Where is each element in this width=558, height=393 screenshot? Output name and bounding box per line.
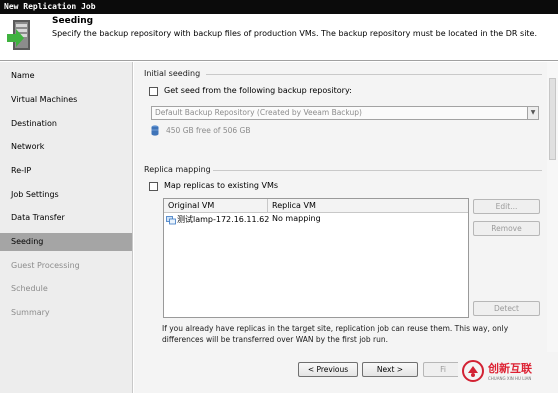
window-title: New Replication Job <box>0 0 558 14</box>
page-description: Specify the backup repository with backu… <box>52 29 538 38</box>
chevron-down-icon: ▼ <box>527 107 538 119</box>
watermark-logo: 创新互联 CHUANG XIN HU LIAN <box>458 352 558 393</box>
step-name[interactable]: Name <box>0 67 132 85</box>
section-divider <box>206 74 542 75</box>
wizard-steps: Name Virtual Machines Destination Networ… <box>0 62 133 393</box>
page-title: Seeding <box>52 16 94 26</box>
step-summary: Summary <box>11 308 50 317</box>
watermark-text: 创新互联 <box>488 362 532 375</box>
backup-repository-value: Default Backup Repository (Created by Ve… <box>155 108 362 117</box>
remove-button[interactable]: Remove <box>473 221 540 236</box>
scrollbar-thumb[interactable] <box>549 78 556 160</box>
watermark-subtext: CHUANG XIN HU LIAN <box>488 376 532 381</box>
finish-button[interactable]: Fi <box>423 362 463 377</box>
get-seed-checkbox[interactable] <box>149 87 158 96</box>
step-seeding[interactable]: Seeding <box>0 233 132 251</box>
map-replicas-checkbox[interactable] <box>149 182 158 191</box>
edit-button[interactable]: Edit... <box>473 199 540 214</box>
table-row[interactable]: 测试lamp-172.16.11.62 No mapping <box>164 213 468 227</box>
column-header-original-vm[interactable]: Original VM <box>164 199 268 213</box>
step-re-ip[interactable]: Re-IP <box>0 162 132 180</box>
step-guest-processing: Guest Processing <box>11 261 80 270</box>
step-job-settings[interactable]: Job Settings <box>0 186 132 204</box>
backup-repository-select: Default Backup Repository (Created by Ve… <box>151 106 539 120</box>
replica-vm-value: No mapping <box>272 214 321 223</box>
page-header: Seeding Specify the backup repository wi… <box>0 14 558 61</box>
replica-mapping-label: Replica mapping <box>144 165 211 174</box>
replica-mapping-info: If you already have replicas in the targ… <box>162 324 509 344</box>
logo-icon <box>462 360 484 382</box>
get-seed-label: Get seed from the following backup repos… <box>164 86 352 95</box>
initial-seeding-label: Initial seeding <box>144 69 201 78</box>
step-virtual-machines[interactable]: Virtual Machines <box>0 91 132 109</box>
step-network[interactable]: Network <box>0 138 132 156</box>
next-button[interactable]: Next > <box>362 362 418 377</box>
step-data-transfer[interactable]: Data Transfer <box>0 209 132 227</box>
vm-mapping-table: Original VM Replica VM 测试lamp-172.16.11.… <box>163 198 469 318</box>
vm-icon <box>166 215 176 224</box>
step-schedule: Schedule <box>11 284 48 293</box>
database-icon <box>151 125 159 136</box>
repository-free-space: 450 GB free of 506 GB <box>166 126 251 135</box>
step-destination[interactable]: Destination <box>0 115 132 133</box>
previous-button[interactable]: < Previous <box>298 362 358 377</box>
original-vm-name: 测试lamp-172.16.11.62 <box>177 215 270 224</box>
replication-job-icon <box>7 20 30 50</box>
section-divider <box>213 170 542 171</box>
detect-button[interactable]: Detect <box>473 301 540 316</box>
column-header-replica-vm[interactable]: Replica VM <box>268 199 468 213</box>
map-replicas-label: Map replicas to existing VMs <box>164 181 279 190</box>
